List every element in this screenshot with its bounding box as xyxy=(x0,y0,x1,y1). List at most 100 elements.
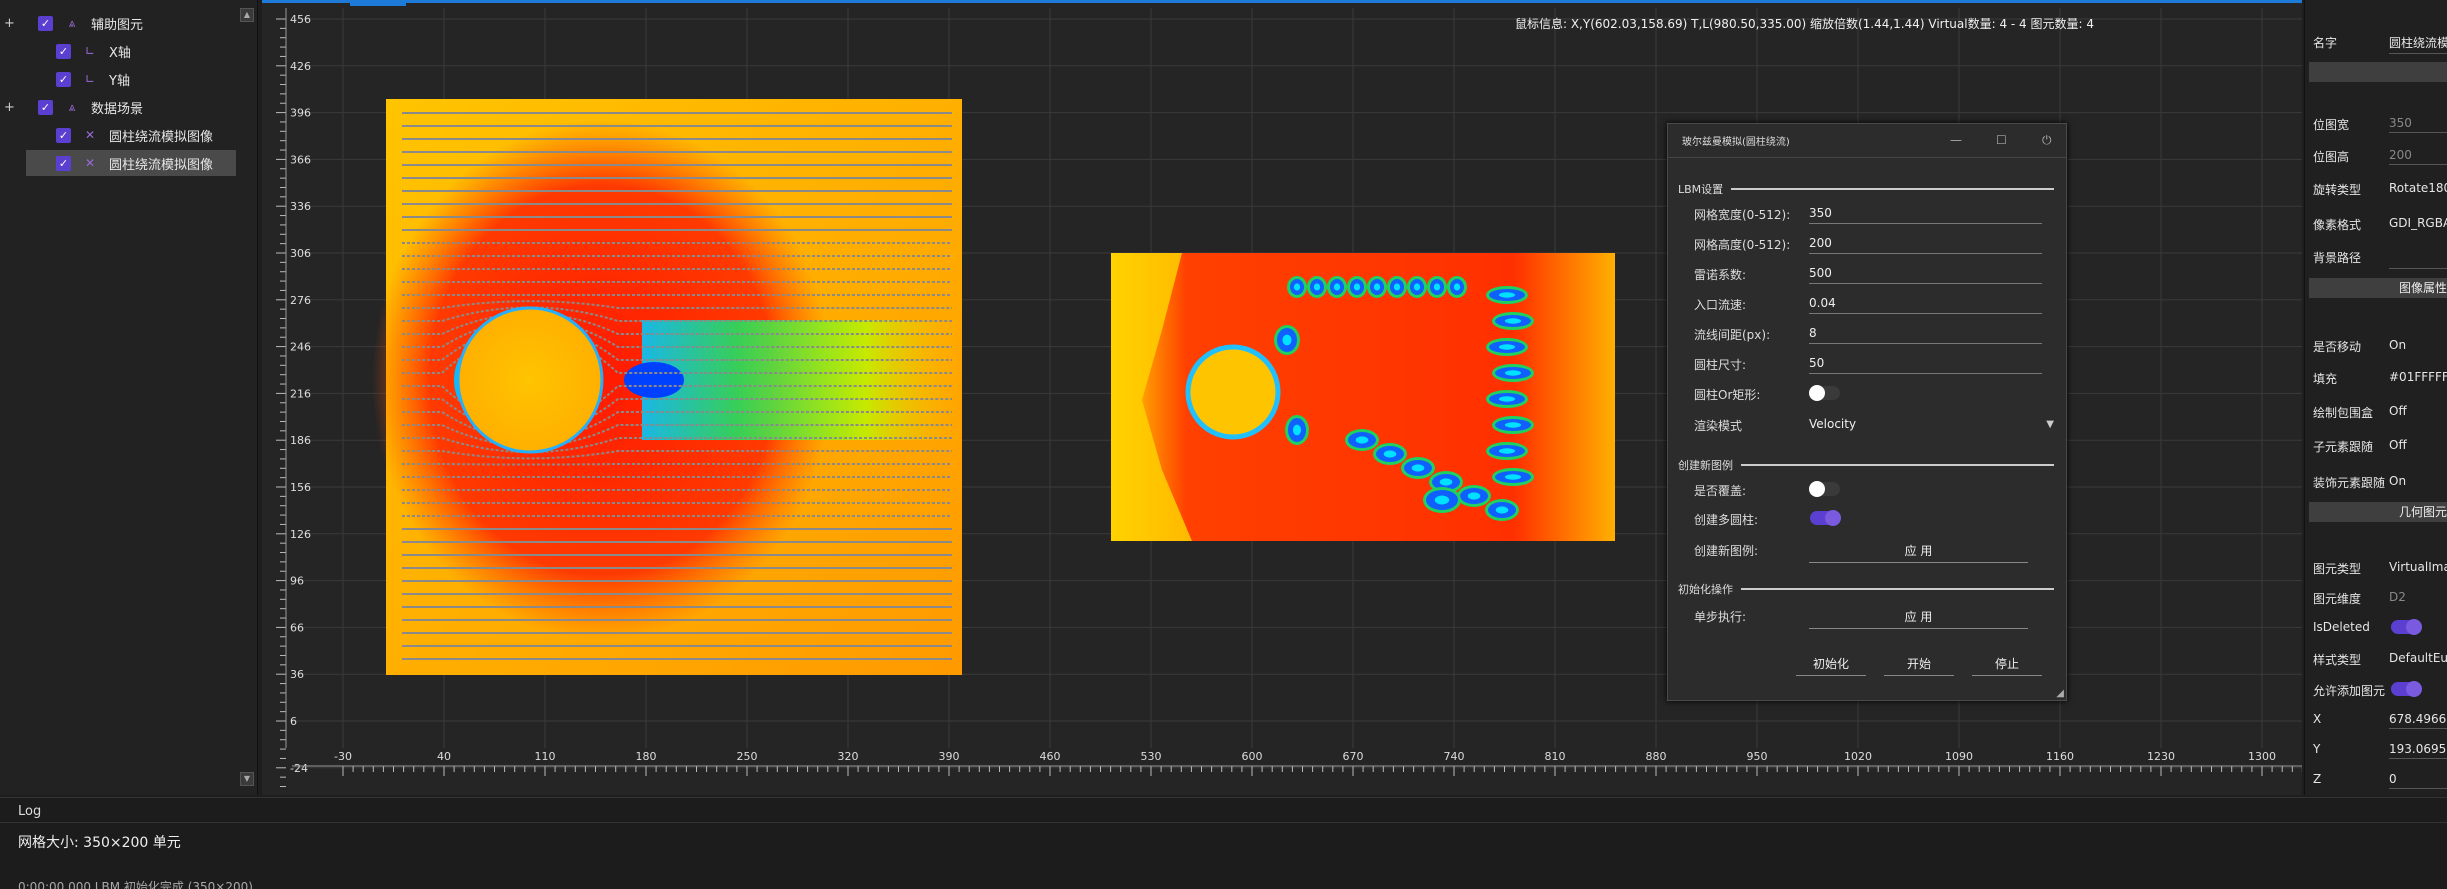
fill-select[interactable]: #01FFFFFF xyxy=(2389,370,2447,386)
field-label: 圆柱Or矩形: xyxy=(1694,388,1761,402)
cylinder-size-input[interactable]: 50 xyxy=(1809,356,2042,374)
resize-grip-icon[interactable]: ◢ xyxy=(2056,688,2064,699)
style-type-select[interactable]: DefaultEuler xyxy=(2389,651,2447,667)
vortex xyxy=(1373,283,1381,291)
prop-label: 位图高 xyxy=(2313,150,2350,164)
tree-node-label: 圆柱绕流模拟图像 xyxy=(109,157,214,173)
divider xyxy=(0,822,2447,823)
y-tick-label: 426 xyxy=(290,60,311,73)
grid-width-input[interactable]: 350 xyxy=(1809,206,2042,224)
tree-node-data-scene[interactable]: + ✓ ⩓ 数据场景 xyxy=(0,94,230,120)
z-field[interactable]: 0 xyxy=(2389,772,2447,789)
vortex xyxy=(1467,492,1481,500)
field-label: 渲染模式 xyxy=(1694,419,1743,433)
simulation-image-2[interactable] xyxy=(1111,253,1615,541)
expand-icon[interactable]: + xyxy=(4,100,15,115)
vortex xyxy=(1504,474,1522,480)
bitmap-width-field[interactable]: 350 xyxy=(2389,116,2447,133)
allow-add-toggle[interactable] xyxy=(2391,681,2422,697)
layers-icon: ⩓ xyxy=(68,15,76,30)
lbm-dialog[interactable]: 玻尔兹曼模拟(圆柱绕流) — ☐ ⏻ LBM设置 网格宽度(0-512): 35… xyxy=(1667,123,2067,701)
log-title: Log xyxy=(18,804,42,819)
checkbox-icon[interactable]: ✓ xyxy=(56,43,71,59)
pixel-format-select[interactable]: GDI_RGBA xyxy=(2389,216,2447,232)
layers-icon: ⩓ xyxy=(68,99,76,114)
start-button[interactable]: 开始 xyxy=(1884,655,1954,676)
checkbox-icon[interactable]: ✓ xyxy=(56,127,71,143)
streamline-spacing-input[interactable]: 8 xyxy=(1809,326,2042,344)
isdeleted-toggle[interactable] xyxy=(2391,619,2422,635)
init-button[interactable]: 初始化 xyxy=(1796,655,1866,676)
overlay-toggle[interactable] xyxy=(1809,481,1840,497)
render-mode-select[interactable]: Velocity xyxy=(1809,417,2042,434)
active-tab[interactable] xyxy=(350,0,406,6)
prop-label: 图元类型 xyxy=(2313,562,2362,576)
x-tick-label: 390 xyxy=(939,750,960,763)
x-tick-label: 250 xyxy=(737,750,758,763)
tree-node-image-2[interactable]: ✓ ✕ 圆柱绕流模拟图像 xyxy=(26,150,236,176)
cylinder xyxy=(456,306,604,454)
prop-label: 样式类型 xyxy=(2313,653,2362,667)
dimension-field: D2 xyxy=(2389,590,2406,604)
x-tick-label: -30 xyxy=(334,750,352,763)
vortex xyxy=(1411,464,1425,472)
movable-select[interactable]: On xyxy=(2389,338,2447,354)
draw-bbox-select[interactable]: Off xyxy=(2389,404,2447,420)
x-field[interactable]: 678.4966 xyxy=(2389,712,2447,729)
vortex xyxy=(1495,506,1509,514)
checkbox-icon[interactable]: ✓ xyxy=(56,71,71,87)
y-tick-label: 66 xyxy=(290,621,304,634)
prop-label: 图元维度 xyxy=(2313,592,2362,606)
scroll-up-button[interactable]: ▲ xyxy=(240,8,254,22)
tree-node-x-axis[interactable]: ✓ ∟ X轴 xyxy=(0,38,230,64)
y-field[interactable]: 193.0695 xyxy=(2389,742,2447,759)
apply-create-button[interactable]: 应 用 xyxy=(1809,542,2028,563)
rotate-type-select[interactable]: Rotate180 xyxy=(2389,181,2447,197)
y-tick-label: 456 xyxy=(290,13,311,26)
name-field[interactable]: 圆柱绕流模拟 xyxy=(2389,34,2447,54)
simulation-image-1[interactable] xyxy=(372,99,962,675)
inlet-velocity-input[interactable]: 0.04 xyxy=(1809,296,2042,314)
vortex xyxy=(1498,448,1516,454)
dialog-titlebar[interactable]: 玻尔兹曼模拟(圆柱绕流) — ☐ ⏻ xyxy=(1668,124,2066,158)
tree-node-image-1[interactable]: ✓ ✕ 圆柱绕流模拟图像 xyxy=(0,122,230,148)
chevron-down-icon[interactable]: ▼ xyxy=(2046,419,2054,430)
checkbox-icon[interactable]: ✓ xyxy=(56,155,71,171)
element-type-select[interactable]: VirtualImage xyxy=(2389,560,2447,576)
multi-cylinder-toggle[interactable] xyxy=(1810,510,1841,526)
section-header[interactable] xyxy=(2309,62,2447,82)
prop-label: 像素格式 xyxy=(2313,218,2362,232)
section-header-geometry[interactable]: 几何图元 xyxy=(2309,502,2447,522)
power-icon[interactable]: ⏻ xyxy=(2042,133,2052,148)
y-axis: 4564263963663363062762462161861561269666… xyxy=(276,8,311,788)
reynolds-input[interactable]: 500 xyxy=(1809,266,2042,284)
field-label: 创建多圆柱: xyxy=(1694,513,1759,527)
checkbox-icon[interactable]: ✓ xyxy=(38,99,53,115)
section-label: 初始化操作 xyxy=(1678,583,1733,596)
apply-step-button[interactable]: 应 用 xyxy=(1809,608,2028,629)
decor-follow-select[interactable]: On xyxy=(2389,474,2447,490)
field-label: 流线间距(px): xyxy=(1694,328,1771,342)
stop-button[interactable]: 停止 xyxy=(1972,655,2042,676)
field-label: 是否覆盖: xyxy=(1694,484,1747,498)
cyl-or-rect-toggle[interactable] xyxy=(1809,385,1840,401)
tree-node-y-axis[interactable]: ✓ ∟ Y轴 xyxy=(0,66,230,92)
tree-node-aux[interactable]: + ✓ ⩓ 辅助图元 xyxy=(0,10,230,36)
prop-label: 名字 xyxy=(2313,36,2338,50)
background-path-button[interactable]: 应 xyxy=(2389,249,2447,269)
checkbox-icon[interactable]: ✓ xyxy=(38,15,53,31)
y-tick-label: 396 xyxy=(290,107,311,120)
expand-icon[interactable]: + xyxy=(4,16,15,31)
vortex xyxy=(1453,283,1461,291)
scroll-down-button[interactable]: ▼ xyxy=(240,772,254,786)
bitmap-height-field[interactable]: 200 xyxy=(2389,148,2447,165)
scene-tree: ▲ ▼ + ✓ ⩓ 辅助图元 ✓ ∟ X轴 ✓ ∟ Y轴 + ✓ ⩓ 数据场景 xyxy=(0,0,258,795)
maximize-icon[interactable]: ☐ xyxy=(1996,133,2007,147)
child-follow-select[interactable]: Off xyxy=(2389,438,2447,454)
minimize-icon[interactable]: — xyxy=(1950,133,1962,147)
grid-height-input[interactable]: 200 xyxy=(1809,236,2042,254)
section-label: LBM设置 xyxy=(1678,183,1724,196)
tree-node-label: Y轴 xyxy=(109,73,130,89)
section-header-image-props[interactable]: 图像属性 xyxy=(2309,278,2447,298)
y-tick-label: 186 xyxy=(290,434,311,447)
